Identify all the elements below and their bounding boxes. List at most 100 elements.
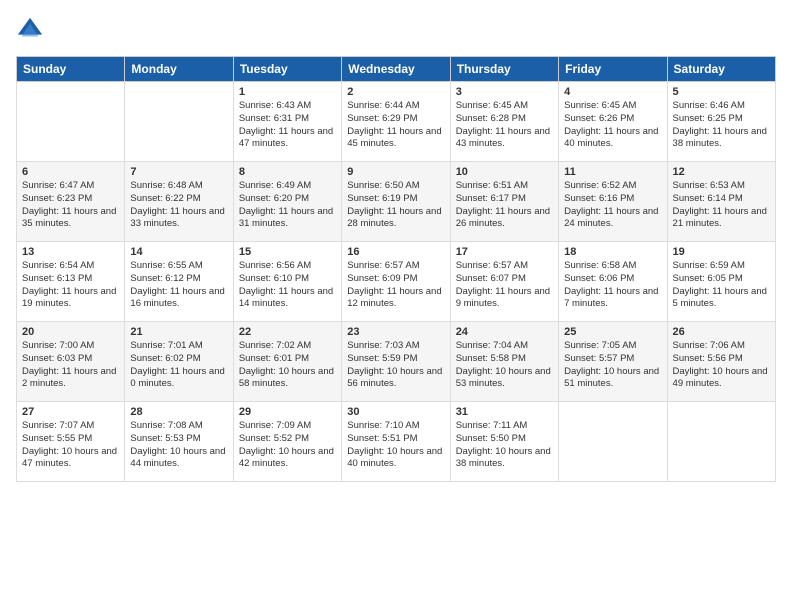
day-number: 2 [347, 86, 444, 98]
day-cell: 28 Sunrise: 7:08 AMSunset: 5:53 PMDayligh… [125, 402, 233, 482]
day-info: Sunrise: 6:56 AMSunset: 6:10 PMDaylight:… [239, 260, 336, 311]
day-cell: 20 Sunrise: 7:00 AMSunset: 6:03 PMDayligh… [17, 322, 125, 402]
day-cell: 26 Sunrise: 7:06 AMSunset: 5:56 PMDayligh… [667, 322, 775, 402]
day-cell: 9 Sunrise: 6:50 AMSunset: 6:19 PMDaylight… [342, 162, 450, 242]
day-number: 30 [347, 406, 444, 418]
day-info: Sunrise: 7:01 AMSunset: 6:02 PMDaylight:… [130, 340, 227, 391]
day-cell: 30 Sunrise: 7:10 AMSunset: 5:51 PMDayligh… [342, 402, 450, 482]
day-info: Sunrise: 7:08 AMSunset: 5:53 PMDaylight:… [130, 420, 227, 471]
day-number: 5 [673, 86, 770, 98]
logo-icon [16, 16, 44, 44]
day-cell: 29Sunrise: 7:09 AMSunset: 5:52 PMDayligh… [233, 402, 341, 482]
day-info: Sunrise: 6:53 AMSunset: 6:14 PMDaylight:… [673, 180, 770, 231]
day-info: Sunrise: 7:02 AMSunset: 6:01 PMDaylight:… [239, 340, 336, 391]
day-number: 11 [564, 166, 661, 178]
day-cell: 27 Sunrise: 7:07 AMSunset: 5:55 PMDayligh… [17, 402, 125, 482]
day-number: 8 [239, 166, 336, 178]
day-number: 18 [564, 246, 661, 258]
day-cell [17, 82, 125, 162]
day-number: 10 [456, 166, 553, 178]
day-info: Sunrise: 6:43 AMSunset: 6:31 PMDaylight:… [239, 100, 336, 151]
day-number: 19 [673, 246, 770, 258]
week-row-2: 13 Sunrise: 6:54 AMSunset: 6:13 PMDayligh… [17, 242, 776, 322]
day-number: 12 [673, 166, 770, 178]
day-number: 22 [239, 326, 336, 338]
day-cell: 15 Sunrise: 6:56 AMSunset: 6:10 PMDayligh… [233, 242, 341, 322]
day-number: 20 [22, 326, 119, 338]
day-info: Sunrise: 6:57 AMSunset: 6:07 PMDaylight:… [456, 260, 553, 311]
day-info: Sunrise: 7:03 AMSunset: 5:59 PMDaylight:… [347, 340, 444, 391]
day-info: Sunrise: 6:55 AMSunset: 6:12 PMDaylight:… [130, 260, 227, 311]
header-friday: Friday [559, 57, 667, 82]
day-cell: 21 Sunrise: 7:01 AMSunset: 6:02 PMDayligh… [125, 322, 233, 402]
day-number: 15 [239, 246, 336, 258]
day-number: 24 [456, 326, 553, 338]
day-info: Sunrise: 7:09 AMSunset: 5:52 PMDaylight:… [239, 420, 336, 471]
day-info: Sunrise: 7:00 AMSunset: 6:03 PMDaylight:… [22, 340, 119, 391]
day-number: 17 [456, 246, 553, 258]
day-cell: 23 Sunrise: 7:03 AMSunset: 5:59 PMDayligh… [342, 322, 450, 402]
day-cell: 25 Sunrise: 7:05 AMSunset: 5:57 PMDayligh… [559, 322, 667, 402]
day-number: 27 [22, 406, 119, 418]
header-thursday: Thursday [450, 57, 558, 82]
day-number: 1 [239, 86, 336, 98]
day-info: Sunrise: 6:46 AMSunset: 6:25 PMDaylight:… [673, 100, 770, 151]
day-info: Sunrise: 6:50 AMSunset: 6:19 PMDaylight:… [347, 180, 444, 231]
header-monday: Monday [125, 57, 233, 82]
day-cell: 31 Sunrise: 7:11 AMSunset: 5:50 PMDayligh… [450, 402, 558, 482]
day-info: Sunrise: 7:05 AMSunset: 5:57 PMDaylight:… [564, 340, 661, 391]
header-sunday: Sunday [17, 57, 125, 82]
day-info: Sunrise: 6:49 AMSunset: 6:20 PMDaylight:… [239, 180, 336, 231]
page-header [16, 16, 776, 44]
header-saturday: Saturday [667, 57, 775, 82]
day-cell: 5 Sunrise: 6:46 AMSunset: 6:25 PMDaylight… [667, 82, 775, 162]
day-number: 14 [130, 246, 227, 258]
day-info: Sunrise: 7:07 AMSunset: 5:55 PMDaylight:… [22, 420, 119, 471]
day-cell: 22 Sunrise: 7:02 AMSunset: 6:01 PMDayligh… [233, 322, 341, 402]
day-info: Sunrise: 6:45 AMSunset: 6:28 PMDaylight:… [456, 100, 553, 151]
day-number: 7 [130, 166, 227, 178]
day-info: Sunrise: 7:11 AMSunset: 5:50 PMDaylight:… [456, 420, 553, 471]
logo [16, 16, 48, 44]
day-number: 4 [564, 86, 661, 98]
day-number: 13 [22, 246, 119, 258]
day-cell: 24 Sunrise: 7:04 AMSunset: 5:58 PMDayligh… [450, 322, 558, 402]
day-cell: 19Sunrise: 6:59 AMSunset: 6:05 PMDayligh… [667, 242, 775, 322]
day-cell: 2Sunrise: 6:44 AMSunset: 6:29 PMDaylight… [342, 82, 450, 162]
day-cell: 11Sunrise: 6:52 AMSunset: 6:16 PMDayligh… [559, 162, 667, 242]
day-cell: 18 Sunrise: 6:58 AMSunset: 6:06 PMDayligh… [559, 242, 667, 322]
day-info: Sunrise: 6:58 AMSunset: 6:06 PMDaylight:… [564, 260, 661, 311]
day-number: 28 [130, 406, 227, 418]
day-info: Sunrise: 6:54 AMSunset: 6:13 PMDaylight:… [22, 260, 119, 311]
day-info: Sunrise: 7:04 AMSunset: 5:58 PMDaylight:… [456, 340, 553, 391]
day-info: Sunrise: 7:06 AMSunset: 5:56 PMDaylight:… [673, 340, 770, 391]
day-cell: 13 Sunrise: 6:54 AMSunset: 6:13 PMDayligh… [17, 242, 125, 322]
week-row-4: 27 Sunrise: 7:07 AMSunset: 5:55 PMDayligh… [17, 402, 776, 482]
day-cell [667, 402, 775, 482]
week-row-1: 6Sunrise: 6:47 AMSunset: 6:23 PMDaylight… [17, 162, 776, 242]
day-number: 25 [564, 326, 661, 338]
day-cell [559, 402, 667, 482]
day-number: 23 [347, 326, 444, 338]
week-row-3: 20 Sunrise: 7:00 AMSunset: 6:03 PMDayligh… [17, 322, 776, 402]
day-cell: 16Sunrise: 6:57 AMSunset: 6:09 PMDayligh… [342, 242, 450, 322]
week-row-0: 1 Sunrise: 6:43 AMSunset: 6:31 PMDaylight… [17, 82, 776, 162]
day-number: 9 [347, 166, 444, 178]
header-row: SundayMondayTuesdayWednesdayThursdayFrid… [17, 57, 776, 82]
day-cell [125, 82, 233, 162]
day-info: Sunrise: 7:10 AMSunset: 5:51 PMDaylight:… [347, 420, 444, 471]
day-cell: 14 Sunrise: 6:55 AMSunset: 6:12 PMDayligh… [125, 242, 233, 322]
day-cell: 7Sunrise: 6:48 AMSunset: 6:22 PMDaylight… [125, 162, 233, 242]
day-cell: 3Sunrise: 6:45 AMSunset: 6:28 PMDaylight… [450, 82, 558, 162]
day-info: Sunrise: 6:47 AMSunset: 6:23 PMDaylight:… [22, 180, 119, 231]
day-info: Sunrise: 6:57 AMSunset: 6:09 PMDaylight:… [347, 260, 444, 311]
day-number: 21 [130, 326, 227, 338]
day-cell: 8 Sunrise: 6:49 AMSunset: 6:20 PMDaylight… [233, 162, 341, 242]
day-number: 31 [456, 406, 553, 418]
day-info: Sunrise: 6:45 AMSunset: 6:26 PMDaylight:… [564, 100, 661, 151]
day-info: Sunrise: 6:51 AMSunset: 6:17 PMDaylight:… [456, 180, 553, 231]
day-number: 26 [673, 326, 770, 338]
calendar-table: SundayMondayTuesdayWednesdayThursdayFrid… [16, 56, 776, 482]
day-cell: 12 Sunrise: 6:53 AMSunset: 6:14 PMDayligh… [667, 162, 775, 242]
day-cell: 6Sunrise: 6:47 AMSunset: 6:23 PMDaylight… [17, 162, 125, 242]
